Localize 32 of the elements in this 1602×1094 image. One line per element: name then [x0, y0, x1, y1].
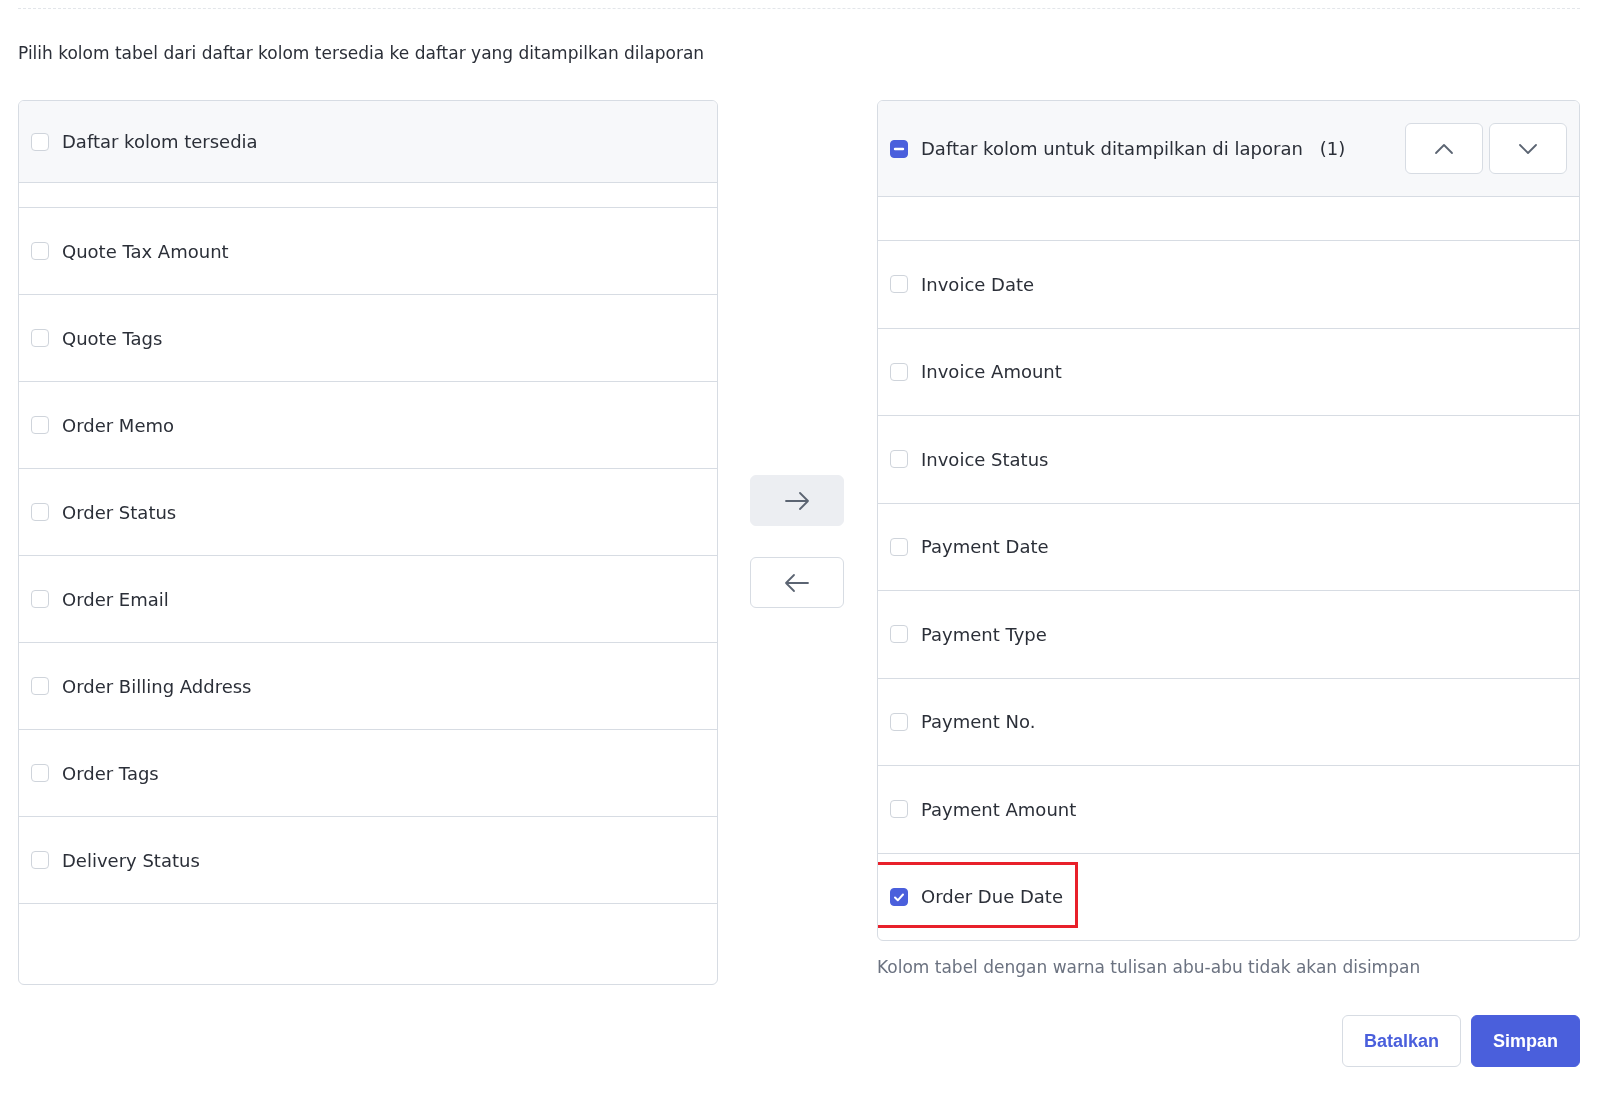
move-up-button[interactable] [1405, 123, 1483, 174]
list-item[interactable]: Payment Date [878, 503, 1579, 591]
list-item[interactable]: Payment Amount [878, 766, 1579, 854]
list-item[interactable]: Order Billing Address [19, 643, 718, 730]
list-item[interactable]: Invoice Status [878, 416, 1579, 504]
list-item[interactable]: Order Email [19, 556, 718, 643]
checkbox[interactable] [890, 139, 908, 158]
list-item[interactable]: Invoice Amount [878, 328, 1579, 416]
cancel-button[interactable]: Batalkan [1341, 1015, 1461, 1067]
save-button[interactable]: Simpan [1471, 1015, 1580, 1067]
list-item[interactable]: Order Memo [19, 382, 718, 469]
move-left-button[interactable] [750, 557, 844, 608]
move-down-button[interactable] [1489, 123, 1567, 174]
list-item[interactable]: Quote Tax Amount [19, 208, 718, 295]
list-item[interactable]: Quote Tags [19, 295, 718, 382]
list-item[interactable]: Order Due Date [878, 853, 1579, 940]
arrow-right-icon [783, 490, 812, 511]
list-item[interactable]: Delivery Status [19, 817, 718, 904]
list-item[interactable]: Order Tags [19, 730, 718, 817]
chevron-up-icon [1433, 141, 1455, 156]
list-item[interactable]: Payment No. [878, 678, 1579, 766]
panel-title: Daftar kolom tersedia [62, 131, 258, 152]
chevron-down-icon [1517, 141, 1539, 156]
list-item[interactable]: Payment Type [878, 591, 1579, 679]
arrow-left-icon [783, 572, 812, 593]
panel-title: Daftar kolom untuk ditampilkan di laporan [921, 138, 1303, 159]
list-item[interactable]: Order Status [19, 469, 718, 556]
checkbox[interactable] [890, 887, 908, 906]
instruction-text: Pilih kolom tabel dari daftar kolom tersedia ke daftar yang ditampilkan dilaporan [18, 43, 706, 63]
selected-count: (1) [1319, 138, 1346, 159]
list-item[interactable]: Invoice Date [878, 241, 1579, 329]
hint-text: Kolom tabel dengan warna tulisan abu-abu tidak akan disimpan [877, 957, 1422, 977]
